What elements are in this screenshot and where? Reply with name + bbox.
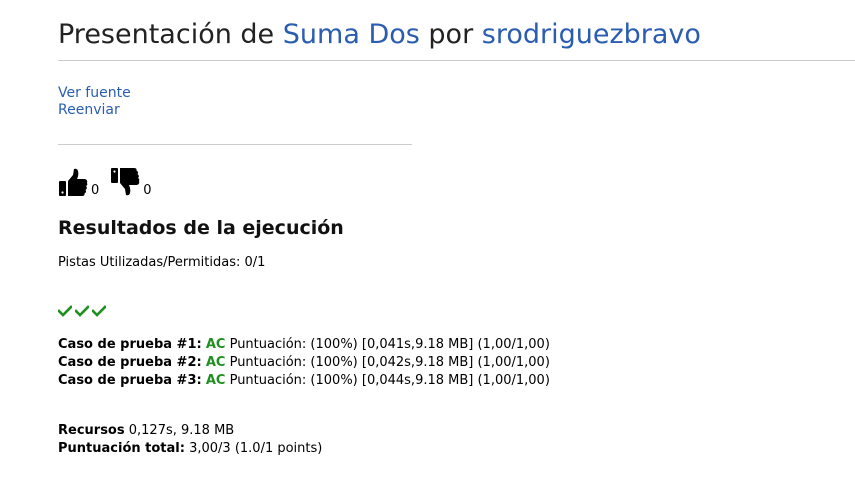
check-icon bbox=[74, 302, 90, 321]
thumbs-up-icon[interactable] bbox=[58, 167, 88, 197]
resources-line: Recursos 0,127s, 9.18 MB bbox=[58, 422, 322, 440]
test-case-details: Puntuación: (100%) [0,044s,9.18 MB] (1,0… bbox=[229, 373, 550, 388]
test-case-label: Caso de prueba #2: bbox=[58, 355, 202, 370]
results-heading: Resultados de la ejecución bbox=[58, 217, 344, 239]
section-divider bbox=[58, 144, 412, 145]
test-case-status: AC bbox=[205, 373, 226, 388]
hints-used: Pistas Utilizadas/Permitidas: 0/1 bbox=[58, 255, 266, 270]
test-case-row: Caso de prueba #1: AC Puntuación: (100%)… bbox=[58, 336, 550, 354]
title-prefix: Presentación de bbox=[58, 19, 275, 50]
upvote[interactable]: 0 bbox=[58, 167, 99, 197]
test-case-list: Caso de prueba #1: AC Puntuación: (100%)… bbox=[58, 336, 550, 390]
total-score-value: 3,00/3 (1.0/1 points) bbox=[189, 441, 323, 456]
test-case-row: Caso de prueba #2: AC Puntuación: (100%)… bbox=[58, 354, 550, 372]
resubmit-link[interactable]: Reenviar bbox=[58, 102, 131, 119]
total-score-line: Puntuación total: 3,00/3 (1.0/1 points) bbox=[58, 440, 322, 458]
test-case-status: AC bbox=[205, 355, 226, 370]
summary: Recursos 0,127s, 9.18 MB Puntuación tota… bbox=[58, 422, 322, 458]
total-score-label: Puntuación total: bbox=[58, 441, 185, 456]
view-source-link[interactable]: Ver fuente bbox=[58, 85, 131, 102]
check-icon bbox=[57, 302, 73, 321]
submission-page: Presentación de Suma Dos por srodriguezb… bbox=[0, 0, 855, 487]
submission-actions: Ver fuente Reenviar bbox=[58, 85, 131, 119]
problem-link[interactable]: Suma Dos bbox=[283, 19, 420, 50]
title-middle: por bbox=[428, 19, 474, 50]
downvote-count: 0 bbox=[143, 183, 152, 198]
page-title: Presentación de Suma Dos por srodriguezb… bbox=[58, 18, 701, 52]
test-case-details: Puntuación: (100%) [0,042s,9.18 MB] (1,0… bbox=[229, 355, 550, 370]
test-case-label: Caso de prueba #3: bbox=[58, 373, 202, 388]
thumbs-down-icon[interactable] bbox=[110, 167, 140, 197]
resources-value: 0,127s, 9.18 MB bbox=[128, 423, 235, 438]
test-case-status: AC bbox=[205, 337, 226, 352]
upvote-count: 0 bbox=[91, 183, 100, 198]
title-divider bbox=[58, 60, 855, 61]
resources-label: Recursos bbox=[58, 423, 125, 438]
test-case-row: Caso de prueba #3: AC Puntuación: (100%)… bbox=[58, 372, 550, 390]
vote-bar: 0 0 bbox=[58, 167, 163, 197]
check-icon bbox=[91, 302, 107, 321]
test-case-label: Caso de prueba #1: bbox=[58, 337, 202, 352]
downvote[interactable]: 0 bbox=[110, 167, 152, 198]
user-link[interactable]: srodriguezbravo bbox=[482, 19, 701, 50]
test-status-icons bbox=[57, 302, 107, 321]
test-case-details: Puntuación: (100%) [0,041s,9.18 MB] (1,0… bbox=[229, 337, 550, 352]
